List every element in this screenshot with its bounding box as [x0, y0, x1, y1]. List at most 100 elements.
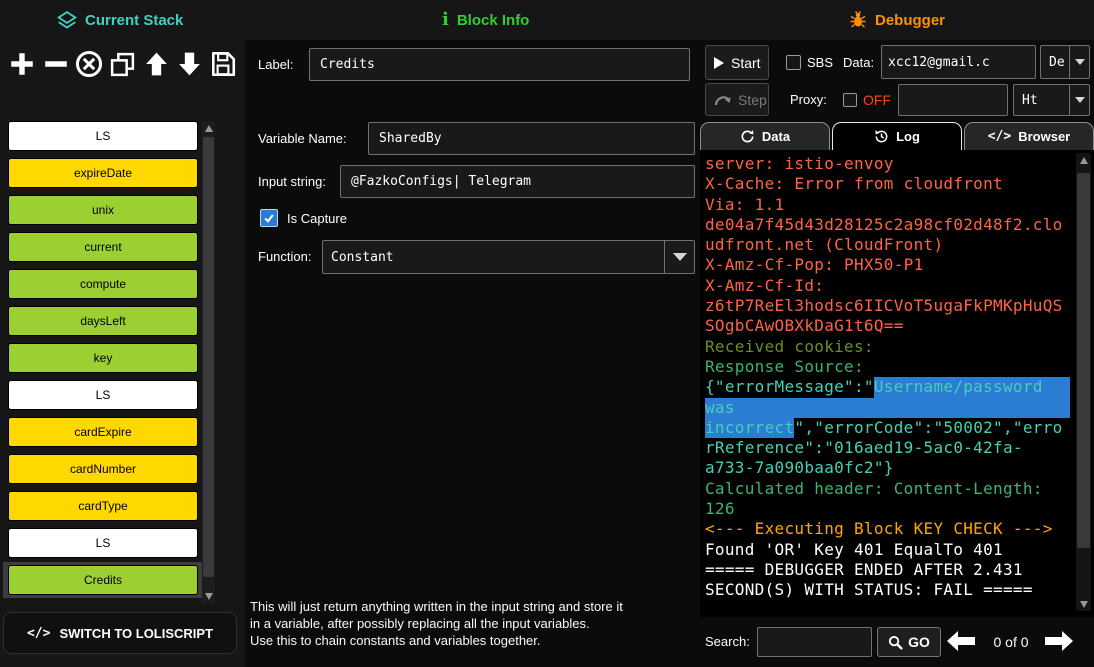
step-icon — [714, 93, 731, 106]
check-icon — [263, 212, 275, 224]
move-down-button[interactable] — [174, 48, 206, 80]
next-match-button[interactable] — [1044, 630, 1074, 655]
stack-panel: LS expireDate unix current compute daysLeft ke… — [0, 40, 245, 667]
arrow-right-icon — [1044, 630, 1074, 652]
log-scroll-thumb[interactable] — [1077, 173, 1090, 548]
wordlist-type-value: De — [1041, 46, 1069, 78]
clone-block-button[interactable] — [107, 48, 139, 80]
stack-block-Credits[interactable]: Credits — [8, 565, 198, 595]
proxy-type-value: Ht — [1014, 85, 1069, 115]
label-caption: Label: — [258, 57, 293, 72]
debugger-tabs: Data Log </> Browser — [700, 122, 1094, 150]
tab-log-label: Log — [896, 129, 920, 144]
start-label: Start — [731, 55, 761, 71]
log-scrollbar[interactable] — [1076, 153, 1091, 611]
debugger-title: Debugger — [875, 12, 945, 29]
previous-match-button[interactable] — [946, 630, 976, 655]
wordlist-type-select[interactable]: De — [1040, 45, 1090, 79]
function-caption: Function: — [258, 249, 311, 264]
data-input[interactable] — [881, 45, 1036, 79]
block-info-header: i Block Info — [442, 0, 529, 40]
stack-scrollbar[interactable] — [202, 121, 215, 603]
stack-block-expireDate[interactable]: expireDate — [8, 158, 198, 188]
add-block-button[interactable] — [6, 48, 38, 80]
info-icon: i — [442, 11, 449, 29]
step-label: Step — [738, 92, 767, 108]
step-button[interactable]: Step — [705, 83, 769, 116]
switch-to-loliscript-button[interactable]: </> SWITCH TO LOLISCRIPT — [3, 612, 237, 654]
stack-block-cardExpire[interactable]: cardExpire — [8, 417, 198, 447]
is-capture-label: Is Capture — [287, 211, 347, 226]
move-up-button[interactable] — [140, 48, 172, 80]
stack-block-daysLeft[interactable]: daysLeft — [8, 306, 198, 336]
scroll-down-icon[interactable] — [1076, 597, 1091, 611]
start-button[interactable]: Start — [705, 45, 769, 80]
bug-icon — [849, 11, 867, 29]
debugger-panel: Start SBS Data: De Step Proxy: OFF Ht — [700, 40, 1094, 667]
block-description: This will just return anything written i… — [250, 598, 702, 649]
variable-name-caption: Variable Name: — [258, 131, 347, 146]
arrow-left-icon — [946, 630, 976, 652]
history-icon — [874, 129, 889, 144]
proxy-label: Proxy: — [790, 92, 827, 107]
match-count: 0 of 0 — [980, 634, 1042, 650]
stack-block-unix[interactable]: unix — [8, 195, 198, 225]
tab-browser-label: Browser — [1018, 129, 1070, 144]
circle-x-icon — [74, 49, 104, 79]
switch-to-loliscript-label: SWITCH TO LOLISCRIPT — [59, 626, 213, 641]
go-label: GO — [908, 634, 930, 650]
search-icon — [888, 635, 903, 650]
search-input[interactable] — [757, 627, 872, 657]
stack-block-current[interactable]: current — [8, 232, 198, 262]
scroll-up-icon[interactable] — [202, 121, 215, 135]
clear-stack-button[interactable] — [73, 48, 105, 80]
refresh-icon — [740, 129, 755, 144]
openbullet-window: Current Stack i Block Info Debugger — [0, 0, 1094, 667]
stack-scroll-thumb[interactable] — [203, 137, 214, 577]
block-info-title: Block Info — [457, 12, 530, 29]
sbs-checkbox[interactable] — [786, 55, 801, 70]
data-label: Data: — [843, 55, 874, 70]
clone-icon — [109, 51, 136, 78]
function-select[interactable]: Constant — [322, 240, 695, 274]
arrow-up-icon — [143, 50, 170, 78]
input-string-input[interactable] — [340, 165, 695, 198]
minus-icon — [42, 50, 70, 78]
remove-block-button[interactable] — [40, 48, 72, 80]
scroll-up-icon[interactable] — [1076, 153, 1091, 167]
tab-browser[interactable]: </> Browser — [964, 122, 1094, 150]
tab-data[interactable]: Data — [700, 122, 830, 150]
function-value: Constant — [323, 241, 664, 273]
proxy-input[interactable] — [898, 84, 1008, 116]
save-config-button[interactable] — [207, 48, 239, 80]
sbs-label: SBS — [807, 55, 833, 70]
save-icon — [209, 50, 237, 78]
proxy-type-select[interactable]: Ht — [1013, 84, 1090, 116]
log-lines: server: istio-envoyX-Cache: Error from c… — [705, 154, 1070, 601]
chevron-down-icon — [1075, 97, 1085, 103]
code-icon: </> — [988, 129, 1011, 144]
arrow-down-icon — [176, 50, 203, 78]
is-capture-checkbox[interactable] — [260, 209, 278, 227]
stack-block-cardType[interactable]: cardType — [8, 491, 198, 521]
stack-layers-icon — [57, 10, 77, 30]
variable-name-input[interactable] — [368, 122, 695, 155]
top-bar: Current Stack i Block Info Debugger — [0, 0, 1094, 40]
scroll-down-icon[interactable] — [202, 589, 215, 603]
stack-block-LS[interactable]: LS — [8, 121, 198, 151]
label-input[interactable] — [309, 48, 690, 81]
stack-block-LS[interactable]: LS — [8, 380, 198, 410]
stack-block-compute[interactable]: compute — [8, 269, 198, 299]
code-icon: </> — [27, 626, 50, 641]
search-label: Search: — [705, 634, 750, 649]
proxy-checkbox[interactable] — [843, 93, 857, 107]
search-go-button[interactable]: GO — [877, 627, 941, 657]
chevron-down-icon — [1075, 59, 1085, 65]
tab-log[interactable]: Log — [832, 122, 962, 150]
stack-block-key[interactable]: key — [8, 343, 198, 373]
stack-block-cardNumber[interactable]: cardNumber — [8, 454, 198, 484]
debugger-header: Debugger — [849, 0, 945, 40]
stack-block-LS[interactable]: LS — [8, 528, 198, 558]
tab-data-label: Data — [762, 129, 790, 144]
input-string-caption: Input string: — [258, 174, 326, 189]
